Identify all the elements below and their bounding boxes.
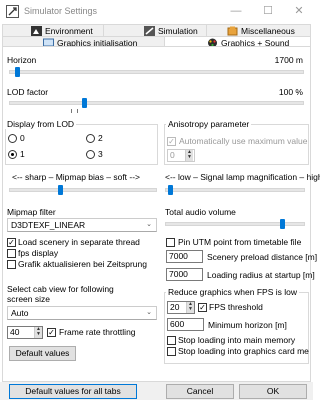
scenery-preload-value: 7000 [169,251,188,261]
anisotropy-spin-button[interactable]: ▲ ▼ [185,150,193,161]
minimum-horizon-label: Minimum horizon [m] [208,320,287,330]
close-button[interactable]: ✕ [284,3,314,20]
simulation-icon [144,26,155,36]
minimum-horizon-input[interactable]: 600 [167,318,204,331]
tab-environment-label: Environment [45,26,93,36]
title-bar: Simulator Settings — ☐ ✕ [0,0,313,24]
lod-factor-tick [71,109,78,113]
mipmap-filter-label: Mipmap filter [7,207,56,217]
cab-view-select[interactable]: Auto ⌄ [7,306,157,320]
pin-utm-label: Pin UTM point from timetable file [178,237,302,247]
grafik-aktualisieren-label: Grafik aktualisieren bei Zeitsprung [18,259,147,269]
anisotropy-value: 0 [170,150,175,160]
mipmap-bias-slider-thumb[interactable] [57,185,63,195]
fps-display-checkbox[interactable] [7,249,16,258]
fps-threshold-label: FPS threshold [209,302,263,312]
scenery-preload-label: Scenery preload distance [m] [207,252,318,262]
minimize-button[interactable]: — [221,3,251,20]
cancel-button[interactable]: Cancel [166,384,234,399]
tab-miscellaneous-label: Miscellaneous [241,26,295,36]
signal-lamp-label: <-- low – Signal lamp magnification – hi… [165,172,320,182]
lod-radio-1[interactable] [8,150,17,159]
horizon-slider-track[interactable] [9,70,304,74]
reduce-graphics-title: Reduce graphics when FPS is low [166,287,299,297]
horizon-label: Horizon [7,55,37,65]
ok-button[interactable]: OK [239,384,307,399]
tab-miscellaneous[interactable]: Miscellaneous [206,24,311,36]
frame-rate-checkbox[interactable]: ✓ [47,328,56,337]
mipmap-bias-label: <-- sharp – Mipmap bias – soft --> [12,172,141,182]
pin-utm-checkbox[interactable] [166,238,175,247]
lod-radio-0[interactable] [8,134,17,143]
fps-display-label: fps display [18,248,59,258]
horizon-value: 1700 m [274,55,303,65]
cab-view-label-line2: screen size [7,294,50,304]
default-values-button[interactable]: Default values [9,346,76,361]
tab-environment[interactable]: Environment [2,24,104,36]
display-from-lod-title: Display from LOD [5,119,77,129]
lod-factor-slider-thumb[interactable] [81,98,87,108]
anisotropy-title: Anisotropy parameter [166,119,252,129]
frame-rate-value: 40 [10,327,20,337]
window-title: Simulator Settings [24,6,98,16]
anisotropy-auto-checkbox[interactable]: ✓ [167,137,176,146]
loading-radius-input[interactable]: 7000 [166,268,203,281]
frame-rate-label: Frame rate throttling [59,327,136,337]
lod-radio-1-label: 1 [20,149,25,159]
lod-radio-2[interactable] [86,134,95,143]
tab-row-1: Environment Simulation Miscellaneous [2,24,311,36]
cab-view-value: Auto [11,308,29,318]
maximize-button[interactable]: ☐ [253,3,283,20]
minimum-horizon-value: 600 [170,319,185,329]
tab-simulation[interactable]: Simulation [103,24,207,36]
frame-rate-spin-button[interactable]: ▲ ▼ [34,327,42,338]
lod-radio-2-label: 2 [98,133,103,143]
mipmap-bias-slider-track[interactable] [9,188,157,192]
mipmap-filter-value: D3DTEXF_LINEAR [11,220,86,230]
loading-radius-label: Loading radius at startup [m] [207,270,315,280]
lod-factor-slider-track[interactable] [9,101,304,105]
grafik-aktualisieren-checkbox[interactable] [7,260,16,269]
miscellaneous-icon [227,26,238,36]
horizon-slider-thumb[interactable] [14,67,20,77]
environment-icon [31,26,42,36]
audio-volume-slider-thumb[interactable] [279,219,285,229]
total-audio-volume-label: Total audio volume [165,207,236,217]
lod-radio-0-label: 0 [20,133,25,143]
scenery-preload-input[interactable]: 7000 [166,250,203,263]
load-scenery-thread-label: Load scenery in separate thread [18,237,140,247]
loading-radius-value: 7000 [169,269,188,279]
cab-view-label-line1: Select cab view for following [7,284,114,294]
signal-lamp-slider-thumb[interactable] [167,185,173,195]
lod-factor-label: LOD factor [7,87,49,97]
lod-radio-3-label: 3 [98,149,103,159]
fps-threshold-spin-button[interactable]: ▲ ▼ [186,302,194,313]
load-scenery-thread-checkbox[interactable]: ✓ [7,238,16,247]
display-from-lod-group [5,124,158,165]
lod-factor-value: 100 % [278,87,303,97]
chevron-down-icon: ⌄ [146,221,152,228]
signal-lamp-slider-track[interactable] [165,188,305,192]
mipmap-filter-select[interactable]: D3DTEXF_LINEAR ⌄ [7,218,157,232]
app-icon [6,5,19,18]
chevron-down-icon: ⌄ [146,309,152,316]
stop-graphics-card-label: Stop loading into graphics card me [178,346,309,356]
fps-threshold-checkbox[interactable]: ✓ [198,303,207,312]
stop-graphics-card-checkbox[interactable] [167,347,176,356]
lod-radio-3[interactable] [86,150,95,159]
stop-main-memory-label: Stop loading into main memory [178,335,296,345]
anisotropy-auto-label: Automatically use maximum value [179,136,308,146]
fps-threshold-value: 20 [170,302,180,312]
default-all-tabs-button[interactable]: Default values for all tabs [9,384,137,399]
stop-main-memory-checkbox[interactable] [167,336,176,345]
tab-simulation-label: Simulation [158,26,198,36]
